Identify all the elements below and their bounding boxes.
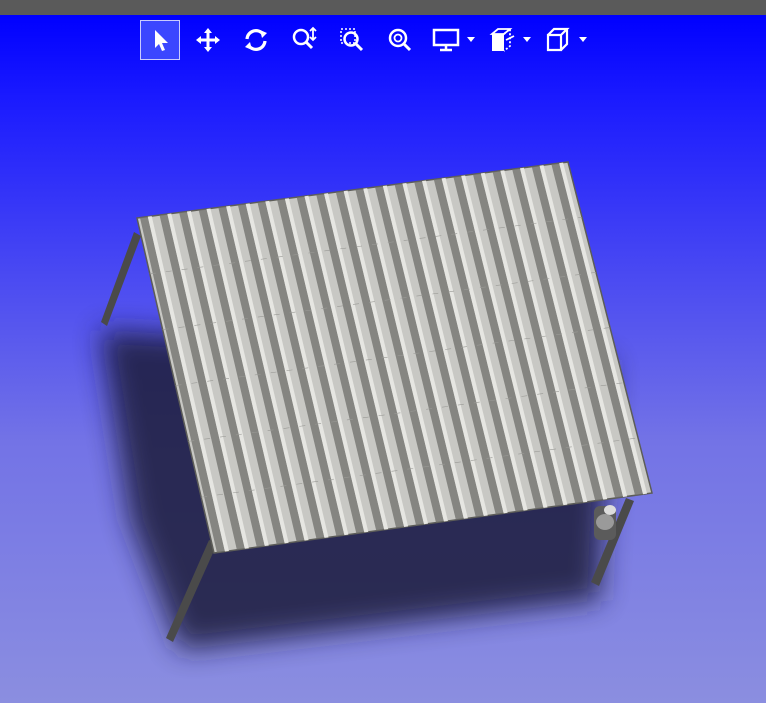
section-view-caret[interactable] xyxy=(520,20,534,60)
rotate-icon xyxy=(245,29,267,51)
zoom-in-out-icon xyxy=(292,26,317,50)
zoom-in-out-button[interactable] xyxy=(284,20,324,60)
arrow-cursor-icon xyxy=(155,30,168,51)
move-arrows-icon xyxy=(196,28,220,52)
section-view-button[interactable] xyxy=(484,20,520,60)
section-view-dropdown[interactable] xyxy=(484,20,534,60)
model-scene[interactable] xyxy=(0,15,766,703)
section-view-icon xyxy=(489,27,515,52)
zoom-to-fit-button[interactable] xyxy=(380,20,420,60)
view-orientation-button[interactable] xyxy=(540,20,576,60)
corner-bracket xyxy=(594,505,616,540)
3d-viewport[interactable] xyxy=(0,15,766,703)
zoom-to-area-button[interactable] xyxy=(332,20,372,60)
zoom-area-icon xyxy=(340,28,364,52)
display-style-button[interactable] xyxy=(428,20,464,60)
view-toolbar xyxy=(140,19,596,61)
zoom-fit-icon xyxy=(388,28,412,52)
chevron-down-icon xyxy=(523,37,531,42)
rotate-tool-button[interactable] xyxy=(236,20,276,60)
view-orientation-caret[interactable] xyxy=(576,20,590,60)
view-orientation-dropdown[interactable] xyxy=(540,20,590,60)
display-style-caret[interactable] xyxy=(464,20,478,60)
display-style-dropdown[interactable] xyxy=(428,20,478,60)
chevron-down-icon xyxy=(467,37,475,42)
chevron-down-icon xyxy=(579,37,587,42)
monitor-icon xyxy=(432,28,460,52)
window-title-bar xyxy=(0,0,766,15)
post-back-left xyxy=(101,232,141,326)
cube-icon xyxy=(546,27,570,52)
pan-tool-button[interactable] xyxy=(188,20,228,60)
select-tool-button[interactable] xyxy=(140,20,180,60)
